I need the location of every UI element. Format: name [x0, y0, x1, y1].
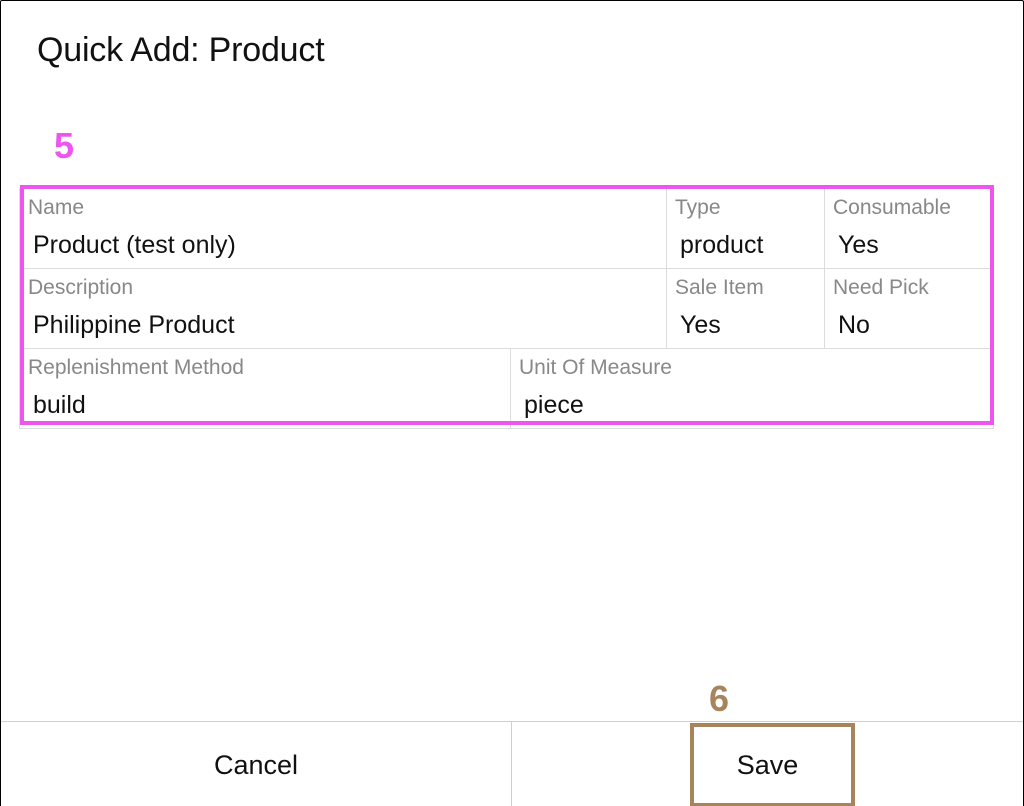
unit-of-measure-label: Unit Of Measure — [519, 356, 672, 379]
name-value[interactable]: Product (test only) — [33, 231, 236, 260]
sale-item-value[interactable]: Yes — [680, 311, 721, 340]
product-form-grid: Name Product (test only) Type product Co… — [19, 188, 994, 429]
type-value[interactable]: product — [680, 231, 763, 260]
name-label: Name — [28, 196, 85, 219]
type-field[interactable]: Type product — [667, 189, 825, 269]
dialog-title: Quick Add: Product — [37, 31, 325, 69]
quick-add-dialog: Quick Add: Product 5 Name Product (test … — [0, 0, 1024, 806]
need-pick-value[interactable]: No — [838, 311, 870, 340]
name-field[interactable]: Name Product (test only) — [20, 189, 667, 269]
sale-item-label: Sale Item — [675, 276, 764, 299]
sale-item-field[interactable]: Sale Item Yes — [667, 269, 825, 349]
description-field[interactable]: Description Philippine Product — [20, 269, 667, 349]
consumable-label: Consumable — [833, 196, 951, 219]
replenishment-method-label: Replenishment Method — [28, 356, 244, 379]
save-button[interactable]: Save — [512, 722, 1023, 806]
cancel-button[interactable]: Cancel — [1, 722, 512, 806]
consumable-value[interactable]: Yes — [838, 231, 879, 260]
description-value[interactable]: Philippine Product — [33, 311, 235, 340]
unit-of-measure-field[interactable]: Unit Of Measure piece — [511, 349, 993, 428]
annotation-marker-save: 6 — [709, 678, 730, 719]
consumable-field[interactable]: Consumable Yes — [825, 189, 993, 269]
description-label: Description — [28, 276, 134, 299]
replenishment-method-value[interactable]: build — [33, 391, 86, 420]
dialog-footer: Cancel Save — [1, 721, 1023, 806]
need-pick-field[interactable]: Need Pick No — [825, 269, 993, 349]
replenishment-method-field[interactable]: Replenishment Method build — [20, 349, 511, 428]
type-label: Type — [675, 196, 721, 219]
annotation-marker-form: 5 — [54, 125, 75, 166]
unit-of-measure-value[interactable]: piece — [524, 391, 584, 420]
need-pick-label: Need Pick — [833, 276, 929, 299]
